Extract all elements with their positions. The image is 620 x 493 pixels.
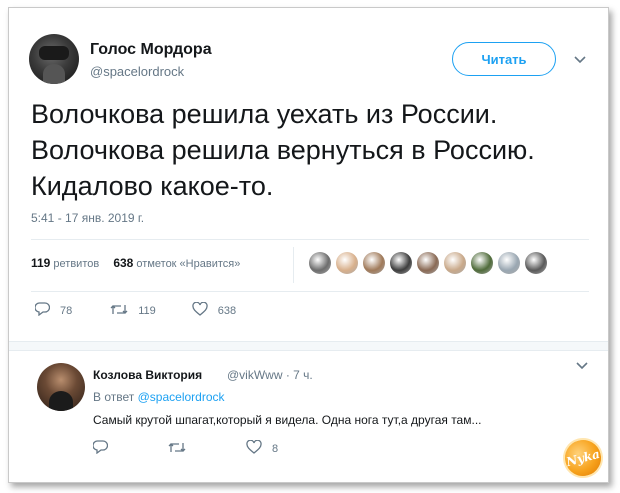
watermark-logo: Nyka: [558, 433, 608, 482]
in-reply-label: В ответ: [93, 390, 135, 404]
divider: [293, 247, 294, 283]
retweet-button[interactable]: [168, 441, 196, 458]
reply-actions: 8: [92, 439, 308, 458]
chevron-down-icon[interactable]: [576, 358, 588, 373]
divider: [31, 291, 589, 292]
tweet-text: Волочкова решила уехать из России. Волоч…: [31, 96, 601, 204]
heart-icon: [192, 301, 208, 320]
in-reply-to: В ответ @spacelordrock: [93, 390, 225, 404]
retweet-icon: [168, 441, 186, 458]
like-count-action: 8: [272, 443, 279, 455]
retweet-count: 119: [138, 305, 156, 317]
reply-button[interactable]: 78: [34, 302, 73, 320]
like-label[interactable]: отметок «Нравится»: [136, 258, 240, 270]
divider: [31, 239, 589, 240]
reply-text: Самый крутой шпагат,который я видела. Од…: [93, 413, 482, 427]
tweet-text-line: Кидалово какое-то.: [31, 171, 274, 201]
tweet-card: Голос Мордора @spacelordrock Читать Воло…: [8, 7, 609, 483]
likers-avatars: [309, 252, 552, 274]
like-button[interactable]: 638: [192, 301, 237, 320]
author-name[interactable]: Голос Мордора: [90, 41, 212, 59]
liker-avatar[interactable]: [363, 252, 385, 274]
tweet-actions: 78 119 638: [34, 301, 266, 320]
liker-avatar[interactable]: [498, 252, 520, 274]
author-avatar[interactable]: [29, 34, 79, 84]
liker-avatar[interactable]: [444, 252, 466, 274]
liker-avatar[interactable]: [309, 252, 331, 274]
chevron-down-icon[interactable]: [574, 52, 586, 67]
reply-count: 78: [60, 305, 73, 317]
reply-divider: [9, 341, 608, 351]
tweet-timestamp[interactable]: 5:41 - 17 янв. 2019 г.: [31, 211, 144, 225]
retweet-count[interactable]: 119: [31, 256, 50, 270]
like-count-action: 638: [217, 305, 237, 317]
liker-avatar[interactable]: [417, 252, 439, 274]
retweet-label[interactable]: ретвитов: [53, 258, 99, 270]
heart-icon: [246, 439, 262, 458]
reply-author-handle[interactable]: @vikWww · 7 ч.: [227, 368, 313, 382]
tweet-text-line: Волочкова решила уехать из России.: [31, 99, 498, 129]
liker-avatar[interactable]: [525, 252, 547, 274]
liker-avatar[interactable]: [390, 252, 412, 274]
follow-button[interactable]: Читать: [452, 42, 556, 76]
like-count[interactable]: 638: [113, 256, 133, 270]
like-button[interactable]: 8: [246, 439, 279, 458]
reply-author-avatar[interactable]: [37, 363, 85, 411]
in-reply-handle-link[interactable]: @spacelordrock: [138, 390, 225, 404]
reply-author-name[interactable]: Козлова Виктория: [93, 368, 202, 382]
author-handle[interactable]: @spacelordrock: [90, 64, 184, 79]
reply-icon: [92, 440, 109, 458]
liker-avatar[interactable]: [336, 252, 358, 274]
retweet-button[interactable]: 119: [110, 303, 156, 320]
liker-avatar[interactable]: [471, 252, 493, 274]
tweet-text-line: Волочкова решила вернуться в Россию.: [31, 135, 535, 165]
retweet-icon: [110, 303, 128, 320]
reply-icon: [34, 302, 51, 320]
engagement-stats: 119 ретвитов 638 отметок «Нравится»: [31, 256, 240, 270]
reply-button[interactable]: [92, 440, 118, 458]
